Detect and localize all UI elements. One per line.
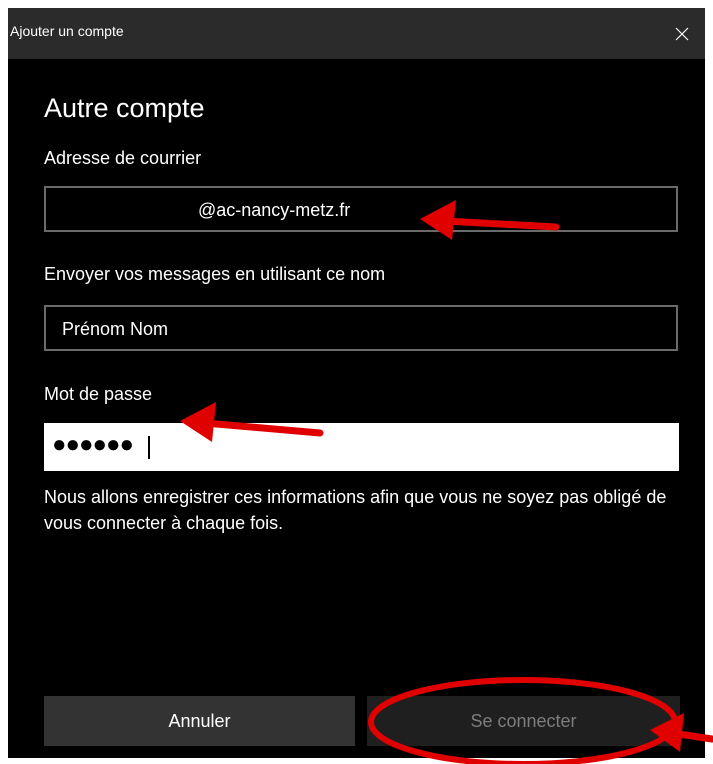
window-title: Ajouter un compte (10, 23, 124, 39)
password-label: Mot de passe (44, 384, 153, 404)
title-bar: Ajouter un compte (8, 8, 705, 59)
email-field[interactable]: @ac-nancy-metz.fr (44, 186, 678, 232)
info-text: Nous allons enregistrer ces informations… (44, 487, 667, 533)
close-button[interactable] (659, 8, 705, 59)
password-mask: ●●●●●● (52, 431, 134, 458)
password-field[interactable]: ●●●●●● (44, 423, 679, 471)
cancel-button[interactable]: Annuler (44, 696, 355, 746)
display-name-field[interactable]: Prénom Nom (44, 305, 678, 351)
close-icon (675, 27, 689, 40)
screenshot-frame: Ajouter un compte Autre compte Adresse d… (0, 0, 713, 764)
email-value: @ac-nancy-metz.fr (198, 200, 351, 220)
connect-button[interactable]: Se connecter (367, 696, 680, 746)
add-account-dialog: Ajouter un compte Autre compte Adresse d… (8, 8, 705, 758)
text-caret (148, 436, 150, 459)
display-name-value: Prénom Nom (62, 319, 169, 339)
email-label: Adresse de courrier (44, 148, 202, 168)
form-heading: Autre compte (44, 93, 205, 123)
display-name-label: Envoyer vos messages en utilisant ce nom (44, 264, 386, 284)
